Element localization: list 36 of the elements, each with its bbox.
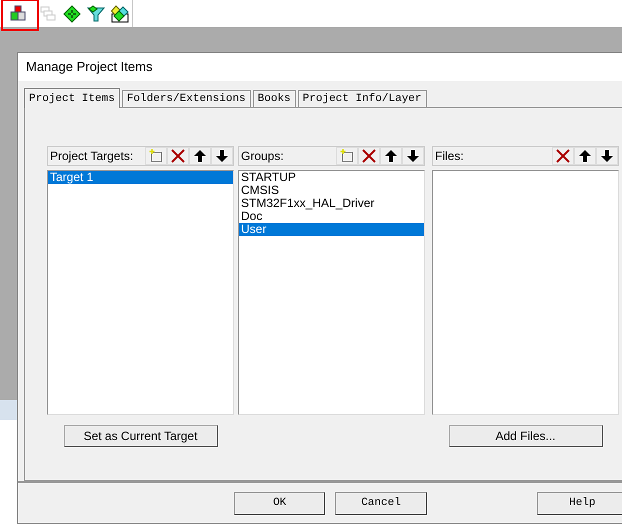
move-down-button[interactable] [211, 147, 233, 165]
list-header: Project Targets: [50, 149, 134, 163]
action-button[interactable]: Add Files... [448, 425, 602, 447]
list-item[interactable]: STM32F1xx_HAL_Driver [239, 197, 424, 210]
list-item[interactable]: Doc [239, 210, 424, 223]
list-item[interactable]: CMSIS [239, 184, 424, 197]
list-box[interactable]: STARTUP CMSIS STM32F1xx_HAL_Driver Doc User [238, 170, 425, 415]
blocks-icon[interactable] [9, 4, 27, 22]
tab[interactable]: Project Items [24, 88, 120, 108]
list-box[interactable]: Target 1 [47, 170, 234, 415]
list-item[interactable]: User [239, 223, 424, 236]
move-up-button[interactable] [189, 147, 211, 165]
move-down-button[interactable] [402, 147, 424, 165]
dialog-title: Manage Project Items [18, 53, 622, 81]
tab[interactable]: Books [252, 90, 296, 107]
move-down-button[interactable] [596, 147, 618, 165]
tab[interactable]: Project Info/Layer [298, 90, 426, 107]
cancel-button[interactable]: Cancel [335, 492, 427, 514]
delete-button[interactable] [552, 147, 574, 165]
tab[interactable]: Folders/Extensions [122, 90, 251, 107]
ok-button[interactable]: OK [234, 492, 326, 514]
delete-button[interactable] [358, 147, 380, 165]
list-header: Files: [435, 149, 464, 163]
move-up-button[interactable] [574, 147, 596, 165]
diamond-icon[interactable] [63, 4, 81, 22]
action-button[interactable]: Set as Current Target [64, 425, 218, 447]
delete-button[interactable] [167, 147, 189, 165]
new-item-button[interactable] [145, 147, 167, 165]
move-up-button[interactable] [380, 147, 402, 165]
list-item[interactable]: Target 1 [48, 171, 233, 184]
new-item-button[interactable] [336, 147, 358, 165]
list-header: Groups: [241, 149, 284, 163]
help-button[interactable]: Help [536, 492, 622, 514]
books-icon[interactable] [111, 4, 129, 22]
funnel-icon[interactable] [87, 4, 105, 22]
list-item[interactable]: STARTUP [239, 171, 424, 184]
